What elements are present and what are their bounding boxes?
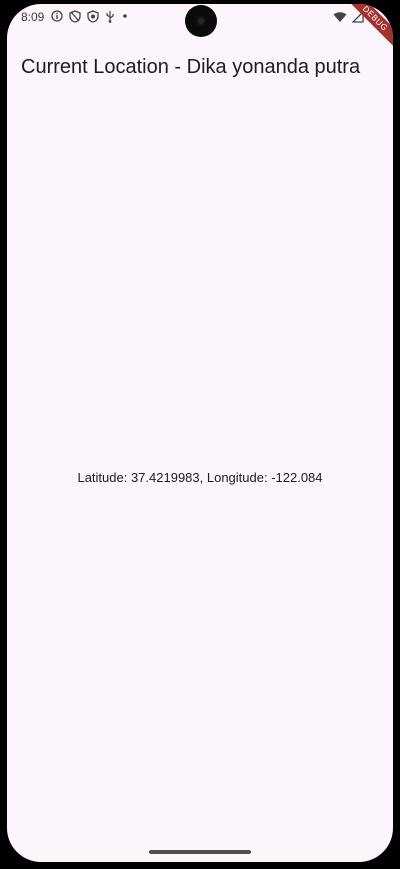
location-coordinates-text: Latitude: 37.4219983, Longitude: -122.08… [77, 470, 323, 485]
status-left-icons [51, 9, 129, 23]
usb-debug-icon [105, 10, 115, 23]
camera-lens [196, 16, 206, 26]
front-camera [185, 5, 217, 37]
shield-off-icon [69, 9, 81, 23]
page-title: Current Location - Dika yonanda putra [21, 56, 361, 78]
status-bar: 8:09 DEBUG [7, 4, 393, 49]
app-bar: Current Location - Dika yonanda putra [7, 44, 393, 92]
phone-frame: 8:09 DEBUG Current Location - Dika yonan… [0, 0, 400, 869]
wifi-icon [333, 10, 347, 28]
home-indicator[interactable] [149, 850, 251, 854]
app-screen: 8:09 DEBUG Current Location - Dika yonan… [7, 4, 393, 862]
shield-icon [87, 9, 99, 23]
status-time: 8:09 [21, 10, 45, 24]
dot-icon [121, 12, 129, 20]
info-icon [51, 10, 63, 22]
main-content: Latitude: 37.4219983, Longitude: -122.08… [7, 92, 393, 832]
